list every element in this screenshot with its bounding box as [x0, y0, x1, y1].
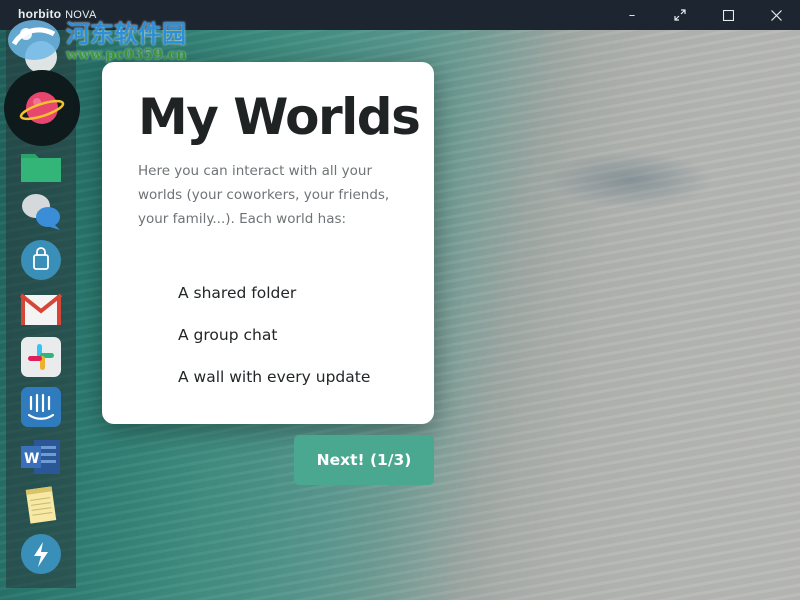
lightning-icon [21, 534, 61, 574]
card-description: Here you can interact with all your worl… [138, 163, 390, 227]
dock-item-store[interactable] [20, 239, 62, 281]
dock-item-gmail[interactable] [20, 288, 62, 330]
next-button[interactable]: Next! (1/3) [294, 435, 434, 485]
dock-item-slack[interactable] [20, 336, 62, 378]
close-button[interactable] [752, 0, 800, 30]
card-title: My Worlds [138, 88, 421, 146]
dock-item-word[interactable]: W [20, 436, 62, 478]
shopping-bag-icon [21, 240, 61, 280]
folder-icon [21, 154, 61, 182]
dock-item-lightning[interactable] [20, 533, 62, 575]
gmail-icon [20, 293, 62, 325]
watermark-logo [8, 20, 60, 60]
expand-diagonal-icon [674, 9, 686, 21]
word-icon: W [21, 440, 60, 474]
close-icon [770, 9, 782, 21]
dock-item-intercom[interactable] [20, 386, 62, 428]
feature-item: A group chat [178, 326, 278, 344]
watermark-url: www.pc0359.cn [66, 47, 187, 63]
feature-item: A wall with every update [178, 368, 371, 386]
intercom-icon [21, 387, 61, 427]
minimize-icon: – [628, 7, 636, 23]
notepad-icon [25, 486, 57, 524]
minimize-button[interactable]: – [608, 0, 656, 30]
fullscreen-button[interactable] [656, 0, 704, 30]
maximize-icon [722, 9, 734, 21]
dock-item-worlds[interactable] [4, 70, 80, 146]
feature-item: A shared folder [178, 284, 297, 302]
slack-icon [21, 337, 61, 377]
chat-bubbles-icon [22, 194, 60, 230]
planet-icon [19, 92, 65, 124]
dock-item-files[interactable] [20, 144, 62, 186]
dock-item-chat[interactable] [20, 190, 62, 232]
maximize-button[interactable] [704, 0, 752, 30]
onboarding-card: My Worlds Here you can interact with all… [102, 62, 434, 424]
watermark-text: 河东软件园 [66, 20, 186, 48]
dock-item-notes[interactable] [20, 484, 62, 526]
svg-text:W: W [24, 451, 39, 467]
